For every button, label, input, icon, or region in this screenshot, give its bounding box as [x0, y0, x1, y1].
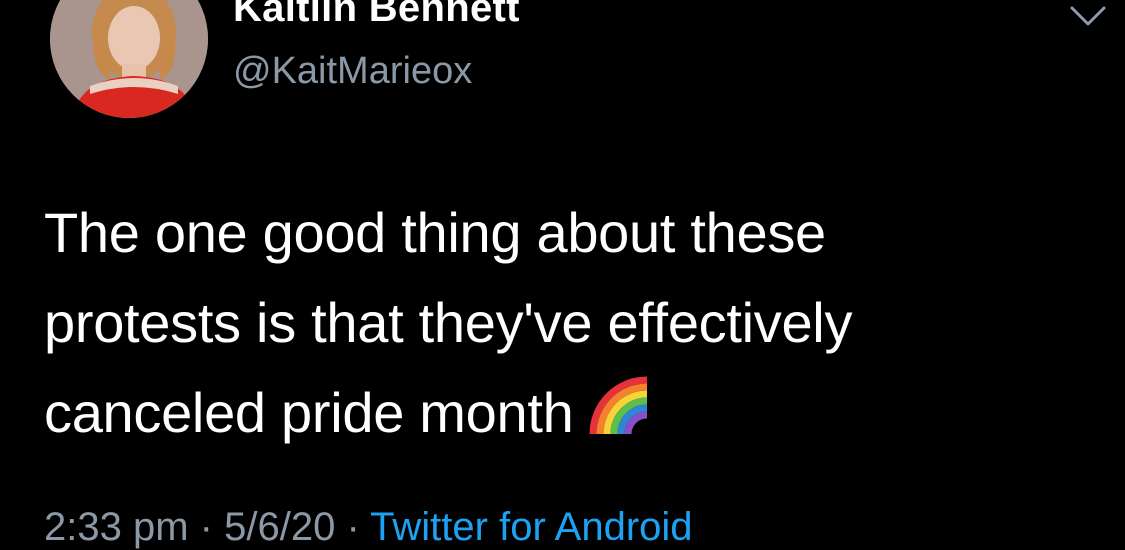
author-avatar[interactable]	[50, 0, 208, 118]
tweet-text-line: canceled pride month	[44, 368, 1084, 458]
tweet-text-line: The one good thing about these	[44, 201, 826, 264]
tweet-text-line: protests is that they've effectively	[44, 291, 853, 354]
meta-separator: ·	[199, 505, 213, 549]
tweet-source-link[interactable]: Twitter for Android	[370, 505, 692, 549]
tweet-date[interactable]: 5/6/20	[224, 505, 335, 549]
tweet-meta: 2:33 pm · 5/6/20 · Twitter for Android	[44, 505, 693, 550]
author-display-name[interactable]: Kaitlin Bennett	[233, 0, 520, 31]
tweet: Kaitlin Bennett @KaitMarieox The one goo…	[0, 0, 1125, 549]
chevron-down-icon[interactable]	[1068, 4, 1108, 28]
author-handle[interactable]: @KaitMarieox	[233, 50, 472, 93]
tweet-text-segment: canceled pride month	[44, 381, 574, 444]
rainbow-emoji	[587, 374, 651, 438]
tweet-time[interactable]: 2:33 pm	[44, 505, 189, 549]
avatar-image	[50, 0, 208, 118]
tweet-text: The one good thing about these protests …	[44, 188, 1084, 458]
meta-separator: ·	[346, 505, 360, 549]
